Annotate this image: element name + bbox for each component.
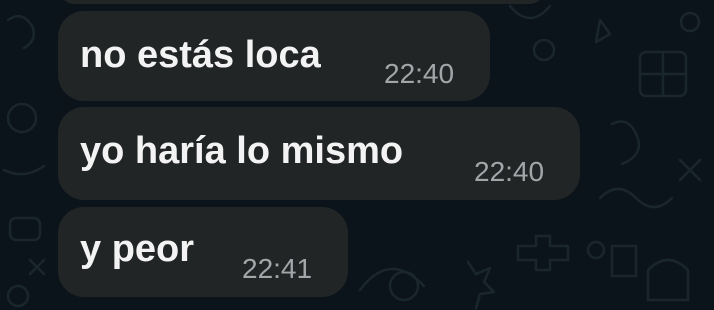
message-timestamp: 22:41	[242, 253, 313, 284]
message-text: y peor	[80, 228, 195, 270]
message-bubble[interactable]: no estás loca 22:40	[58, 11, 490, 101]
message-timestamp: 22:40	[384, 58, 455, 89]
message-text: yo haría lo mismo	[80, 130, 404, 172]
message-timestamp: 22:40	[474, 156, 545, 187]
message-bubble[interactable]: y peor 22:41	[58, 207, 348, 297]
message-bubble[interactable]: yo haría lo mismo 22:40	[58, 107, 580, 200]
message-text: no estás loca	[80, 34, 321, 76]
previous-message-bubble-partial	[58, 0, 546, 4]
